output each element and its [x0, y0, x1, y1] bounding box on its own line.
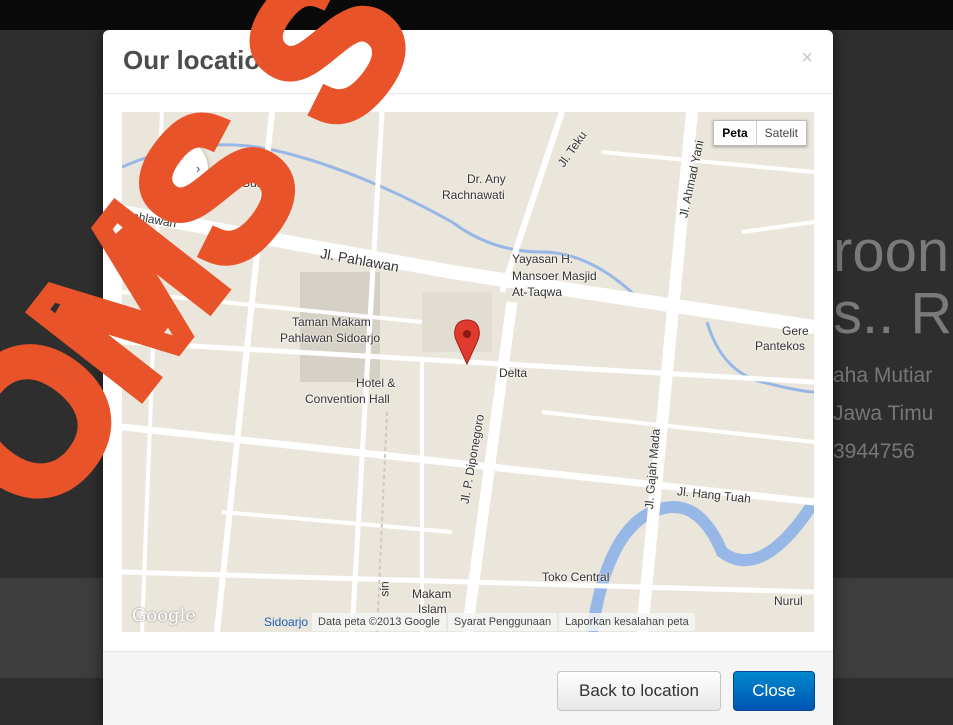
modal-header: Our location × — [103, 30, 833, 94]
map-label: Pahlawan Sidoarjo — [280, 331, 381, 345]
chevron-down-icon[interactable]: ⌄ — [172, 180, 183, 196]
map-label: Pantekos — [755, 339, 806, 353]
map-label: Gere — [782, 324, 809, 338]
chevron-left-icon[interactable]: ‹ — [152, 161, 156, 176]
google-map[interactable]: The Sun Dr. Any Rachnawati Jl. Teku Jl. … — [122, 112, 814, 632]
chevron-up-icon[interactable]: ⌃ — [172, 142, 183, 158]
modal-title: Our location — [123, 45, 277, 75]
map-label: Delta — [499, 366, 528, 380]
map-label: Taman Makam — [292, 315, 371, 329]
chevron-right-icon[interactable]: › — [196, 161, 200, 176]
top-nav-bar — [0, 0, 953, 30]
map-label: Mansoer Masjid — [512, 269, 597, 283]
map-terms-link[interactable]: Syarat Penggunaan — [447, 613, 558, 631]
map-label: Nurul — [774, 594, 803, 608]
map-label: Rachnawati — [442, 188, 505, 202]
map-label: sin — [377, 581, 392, 597]
background-heading-line-2: s.. R — [833, 281, 953, 346]
map-type-peta-button[interactable]: Peta — [714, 121, 757, 145]
map-report-link[interactable]: Laporkan kesalahan peta — [559, 613, 695, 631]
background-address-line-1: aha Mutiar — [833, 364, 933, 387]
map-label: The Sun — [218, 176, 264, 190]
close-icon[interactable]: × — [801, 47, 813, 70]
map-label: Makam — [412, 587, 452, 601]
map-data-credit: Data peta ©2013 Google — [312, 613, 446, 631]
background-heading-line-1: roon — [833, 219, 950, 284]
map-label: Hotel & — [356, 376, 396, 390]
map-label: At-Taqwa — [512, 285, 563, 299]
map-label: Convention Hall — [305, 392, 390, 406]
location-modal: Our location × The Sun Dr. Any Rachnawat… — [103, 30, 833, 725]
google-logo[interactable]: Google — [132, 605, 196, 626]
close-button[interactable]: Close — [733, 671, 815, 711]
background-phone: 3944756 — [833, 440, 915, 463]
map-label: Dr. Any — [467, 172, 506, 186]
map-pan-control[interactable]: ⌃ ‹ › ⌄ — [146, 138, 208, 200]
map-city-label: Sidoarjo — [264, 615, 309, 629]
background-address-line-2: Jawa Timu — [833, 402, 934, 425]
back-to-location-button[interactable]: Back to location — [557, 671, 721, 711]
modal-footer: Back to location Close — [103, 651, 833, 725]
map-type-control: Peta Satelit — [713, 120, 807, 146]
map-label: Toko Central — [542, 570, 610, 584]
map-type-satelit-button[interactable]: Satelit — [757, 121, 806, 145]
map-attribution-bar: Sidoarjo Data peta ©2013 Google Syarat P… — [262, 612, 695, 632]
map-label: Yayasan H. — [512, 252, 574, 266]
